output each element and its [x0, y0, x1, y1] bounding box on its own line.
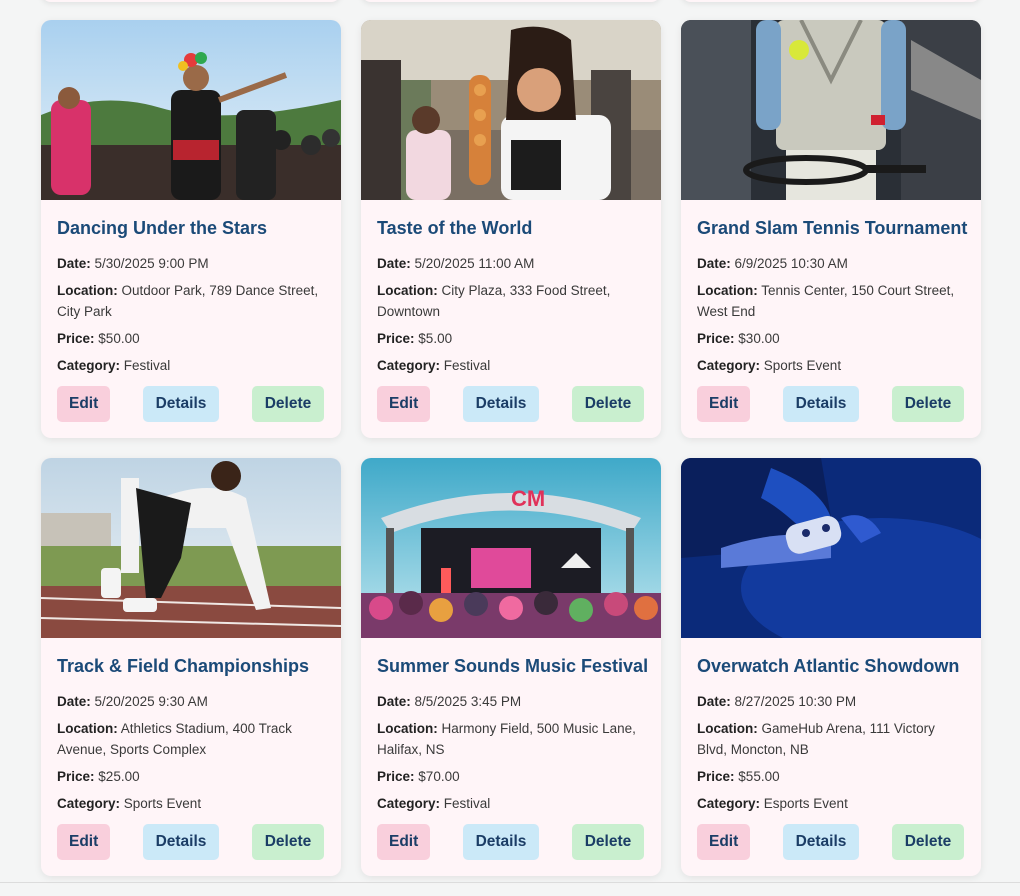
event-date: Date: 5/20/2025 11:00 AM [377, 256, 535, 271]
event-date: Date: 6/9/2025 10:30 AM [697, 256, 848, 271]
event-date: Date: 8/5/2025 3:45 PM [377, 694, 522, 709]
event-category: Category: Esports Event [697, 796, 848, 811]
event-title: Taste of the World [377, 218, 533, 238]
edit-button[interactable]: Edit [57, 386, 110, 422]
details-button[interactable]: Details [143, 824, 219, 860]
delete-button[interactable]: Delete [572, 386, 644, 422]
event-grid: Dancing Under the Stars Date: 5/30/2025 … [41, 20, 981, 876]
details-button[interactable]: Details [463, 386, 539, 422]
details-button[interactable]: Details [783, 386, 859, 422]
event-category: Category: Festival [57, 358, 171, 373]
event-category: Category: Sports Event [697, 358, 842, 373]
event-card: Taste of the World Date: 5/20/2025 11:00… [361, 20, 661, 438]
event-location: Location: GameHub Arena, 111 Victory Blv… [697, 721, 935, 757]
edit-button[interactable]: Edit [697, 824, 750, 860]
delete-button[interactable]: Delete [252, 386, 324, 422]
event-title: Overwatch Atlantic Showdown [697, 656, 960, 676]
details-button[interactable]: Details [143, 386, 219, 422]
event-price: Price: $25.00 [57, 769, 140, 784]
event-card: Dancing Under the Stars Date: 5/30/2025 … [41, 20, 341, 438]
event-image [41, 458, 341, 638]
event-category: Category: Festival [377, 796, 491, 811]
event-date: Date: 5/20/2025 9:30 AM [57, 694, 208, 709]
edit-button[interactable]: Edit [57, 824, 110, 860]
event-card: CM Summer Sounds Music Festival Date: 8/… [361, 458, 661, 876]
event-price: Price: $30.00 [697, 331, 780, 346]
delete-button[interactable]: Delete [572, 824, 644, 860]
svg-text:CM: CM [511, 486, 545, 511]
event-image [41, 20, 341, 200]
event-image [681, 20, 981, 200]
event-date: Date: 5/30/2025 9:00 PM [57, 256, 209, 271]
delete-button[interactable]: Delete [892, 386, 964, 422]
event-image [361, 20, 661, 200]
event-title: Summer Sounds Music Festival [377, 656, 649, 676]
event-price: Price: $55.00 [697, 769, 780, 784]
event-price: Price: $70.00 [377, 769, 460, 784]
previous-card-bottom [361, 0, 661, 2]
event-location: Location: Tennis Center, 150 Court Stree… [697, 283, 955, 319]
event-card: Grand Slam Tennis Tournament Date: 6/9/2… [681, 20, 981, 438]
event-image: CM [361, 458, 661, 638]
event-title: Dancing Under the Stars [57, 218, 268, 238]
edit-button[interactable]: Edit [377, 386, 430, 422]
event-category: Category: Sports Event [57, 796, 202, 811]
delete-button[interactable]: Delete [892, 824, 964, 860]
event-price: Price: $5.00 [377, 331, 453, 346]
event-location: Location: Outdoor Park, 789 Dance Street… [57, 283, 319, 319]
previous-card-bottom [681, 0, 981, 2]
event-title: Track & Field Championships [57, 656, 310, 676]
event-image [681, 458, 981, 638]
edit-button[interactable]: Edit [697, 386, 750, 422]
page-divider [0, 882, 1020, 883]
event-location: Location: Athletics Stadium, 400 Track A… [57, 721, 292, 757]
event-location: Location: City Plaza, 333 Food Street, D… [377, 283, 611, 319]
event-card: Overwatch Atlantic Showdown Date: 8/27/2… [681, 458, 981, 876]
event-title: Grand Slam Tennis Tournament [697, 218, 968, 238]
event-date: Date: 8/27/2025 10:30 PM [697, 694, 857, 709]
details-button[interactable]: Details [463, 824, 539, 860]
event-location: Location: Harmony Field, 500 Music Lane,… [377, 721, 636, 757]
event-price: Price: $50.00 [57, 331, 140, 346]
delete-button[interactable]: Delete [252, 824, 324, 860]
previous-card-bottom [41, 0, 341, 2]
edit-button[interactable]: Edit [377, 824, 430, 860]
event-category: Category: Festival [377, 358, 491, 373]
details-button[interactable]: Details [783, 824, 859, 860]
event-card: Track & Field Championships Date: 5/20/2… [41, 458, 341, 876]
